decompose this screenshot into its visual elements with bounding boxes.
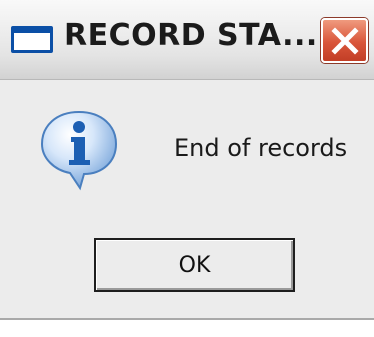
dialog-title: RECORD STA... [64, 18, 318, 53]
message-dialog: RECORD STA... End of records OK [0, 0, 374, 337]
info-icon [40, 110, 118, 191]
dialog-body: End of records OK [0, 80, 374, 318]
title-bar[interactable]: RECORD STA... [0, 0, 374, 80]
ok-button[interactable]: OK [94, 238, 295, 292]
close-button[interactable] [321, 18, 368, 63]
window-bottom-edge [0, 318, 374, 337]
window-icon [11, 26, 53, 53]
dialog-message: End of records [174, 134, 348, 162]
close-icon [330, 26, 359, 55]
